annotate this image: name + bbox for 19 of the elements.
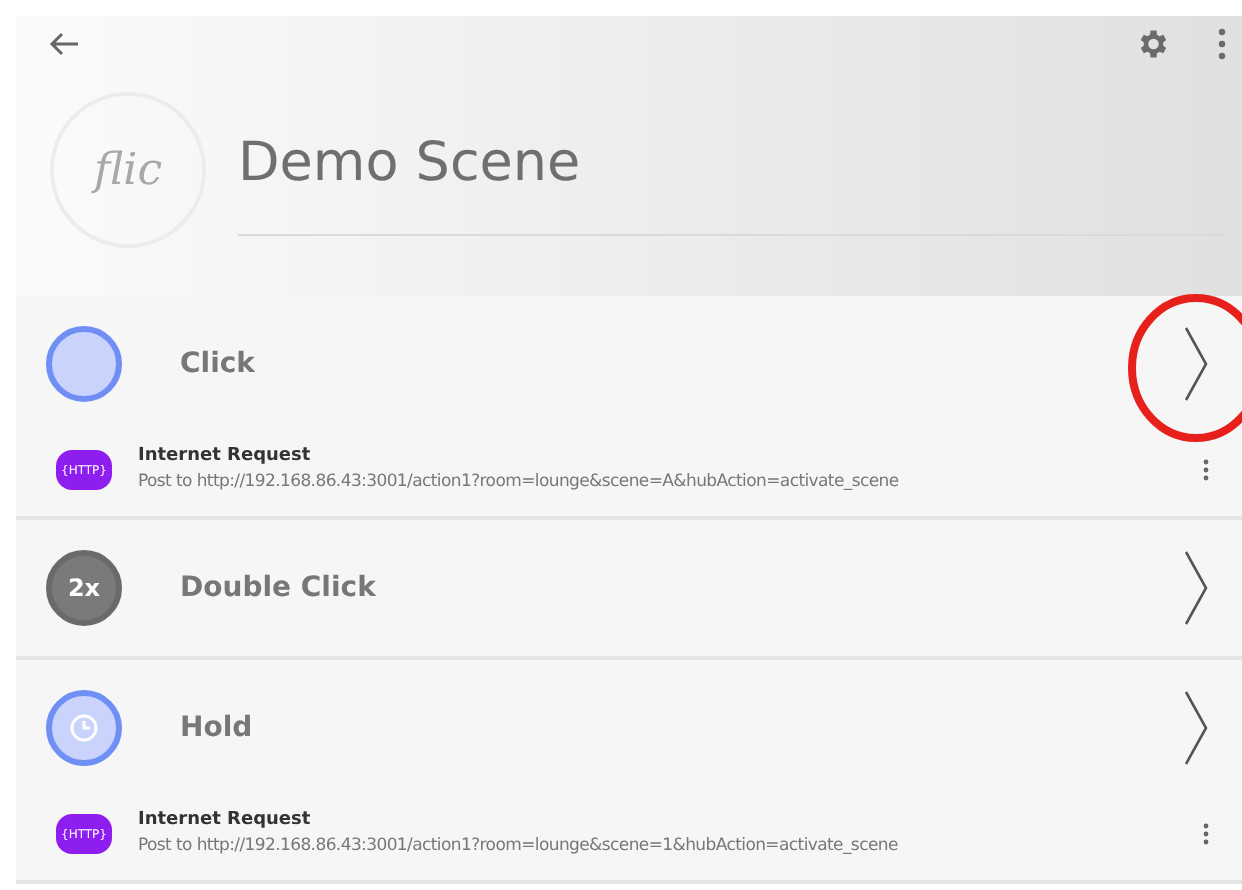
trigger-label: Double Click (180, 569, 378, 607)
chevron-icon[interactable] (1182, 324, 1210, 404)
more-icon[interactable] (1218, 28, 1226, 60)
action-title: Internet Request (138, 443, 313, 470)
double-click-icon: 2x (46, 550, 122, 626)
trigger-label: Hold (180, 709, 255, 747)
action-detail: Post to http://192.168.86.43:3001/action1?room=lounge&scene=A&hubAction=activate_scene (138, 470, 901, 497)
trigger-label: Click (180, 345, 257, 383)
back-icon[interactable] (48, 30, 80, 58)
button-icon (46, 326, 122, 402)
action-detail: Post to http://192.168.86.43:3001/action1?room=lounge&scene=1&hubAction=activate_scene (138, 834, 900, 861)
clock-icon (46, 690, 122, 766)
logo-badge: flic (50, 92, 206, 248)
scene-title: Demo Scene (238, 132, 581, 195)
action-title: Internet Request (138, 807, 313, 834)
more-icon[interactable] (1202, 458, 1210, 482)
chevron-icon[interactable] (1182, 688, 1210, 768)
more-icon[interactable] (1202, 822, 1210, 846)
chevron-icon[interactable] (1182, 548, 1210, 628)
